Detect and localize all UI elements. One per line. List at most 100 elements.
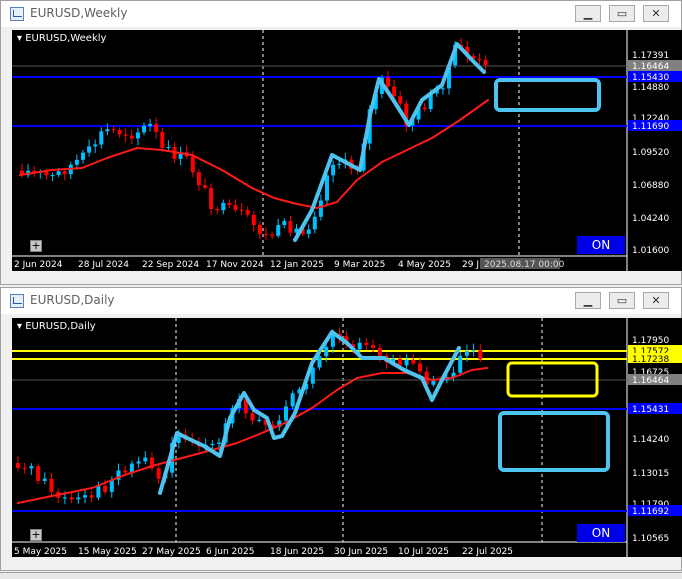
cursor-date-label: 2025.08.17 00:00 — [484, 260, 565, 270]
candle-body — [239, 209, 244, 211]
date-tick-label: 30 Jun 2025 — [334, 547, 388, 557]
price-tick-label: 1.13015 — [632, 469, 669, 479]
candle-body — [123, 134, 128, 136]
date-tick-label: 15 May 2025 — [78, 547, 137, 557]
candle-body — [111, 129, 116, 131]
price-tick-label: 1.15431 — [632, 405, 669, 415]
candle-body — [93, 144, 98, 147]
candle-body — [371, 345, 376, 348]
candle-body — [276, 225, 281, 236]
candle-body — [331, 164, 336, 176]
zigzag-line — [293, 42, 486, 242]
date-tick-label: 10 Jul 2025 — [398, 547, 449, 557]
date-tick-label: 22 Jul 2025 — [462, 547, 513, 557]
candle-body — [471, 350, 476, 352]
expand-plus-icon[interactable]: + — [30, 529, 42, 541]
candle-body — [29, 466, 34, 469]
candle-body — [135, 132, 140, 139]
candle-body — [76, 497, 81, 500]
target-zone-box — [494, 78, 601, 112]
candle-body — [42, 478, 47, 481]
candle-body — [318, 200, 323, 217]
candle-body — [233, 204, 238, 210]
candle-body — [83, 495, 87, 498]
price-tick-label: 1.15430 — [632, 73, 669, 83]
candle-body — [99, 131, 104, 145]
candle-body — [440, 88, 445, 90]
candle-body — [209, 187, 214, 210]
price-tick-label: 1.04240 — [632, 214, 669, 224]
price-tick-label: 1.10565 — [632, 534, 669, 544]
candle-body — [458, 355, 463, 373]
daily-chart-window[interactable]: EURUSD,Daily ▁ ▭ ✕ 1.17950 1.17572 1.17238… — [0, 287, 682, 571]
daily-title-bar[interactable]: EURUSD,Daily ▁ ▭ ✕ — [1, 288, 681, 314]
candle-body — [411, 359, 416, 364]
on-badge[interactable]: ON — [577, 236, 625, 254]
candle-body — [143, 457, 148, 462]
candle-body — [69, 497, 74, 500]
candle-body — [50, 175, 55, 177]
price-tick-label: 1.01600 — [632, 246, 669, 256]
candle-body — [227, 202, 232, 205]
candle-body — [44, 171, 49, 176]
restore-button[interactable]: ▭ — [609, 5, 635, 22]
candle-body — [81, 152, 85, 160]
candle-body — [74, 159, 79, 165]
candle-body — [337, 163, 342, 165]
candle-body — [166, 147, 171, 149]
candle-body — [56, 171, 61, 176]
candle-body — [478, 350, 483, 360]
weekly-title-bar[interactable]: EURUSD,Weekly ▁ ▭ ✕ — [1, 1, 681, 27]
candle-body — [196, 172, 201, 186]
candle-body — [418, 363, 422, 372]
price-tick-label: 1.09520 — [632, 148, 669, 158]
candle-body — [123, 470, 128, 473]
candle-body — [477, 58, 482, 61]
price-tick-label: 1.16464 — [632, 62, 669, 72]
zigzag-line — [158, 330, 461, 495]
candle-body — [324, 346, 329, 357]
price-tick-label: 1.06880 — [632, 181, 669, 191]
candle-body — [16, 463, 20, 468]
candle-body — [464, 351, 469, 356]
minimize-button[interactable]: ▁ — [575, 292, 601, 309]
price-tick-label: 1.16464 — [632, 376, 669, 386]
candle-body — [215, 209, 220, 211]
candle-body — [257, 224, 262, 234]
candle-body — [89, 495, 94, 498]
weekly-symbol-text: EURUSD,Weekly — [25, 33, 107, 44]
candle-body — [36, 466, 41, 481]
close-button[interactable]: ✕ — [643, 5, 669, 22]
candle-body — [221, 202, 226, 211]
close-button[interactable]: ✕ — [643, 292, 669, 309]
expand-plus-icon[interactable]: + — [30, 240, 42, 252]
candle-body — [210, 443, 215, 445]
price-tick-label: 1.14880 — [632, 83, 669, 93]
price-tick-label: 1.14240 — [632, 435, 669, 445]
target-zone-box — [498, 411, 610, 472]
weekly-chart-svg: 1.173911.164641.154301.148801.122401.116… — [12, 30, 682, 271]
date-tick-label: 2 Jun 2024 — [14, 260, 63, 270]
candle-body — [392, 86, 397, 97]
candle-body — [148, 123, 153, 126]
daily-symbol-label: ▾ EURUSD,Daily — [17, 321, 96, 332]
date-tick-label: 22 Sep 2024 — [142, 260, 199, 270]
daily-chart-area[interactable]: 1.17950 1.17572 1.17238 1.16725 1.16464 1.154… — [12, 318, 682, 557]
candle-body — [62, 171, 67, 175]
date-tick-label: 27 May 2025 — [142, 547, 201, 557]
candle-body — [306, 229, 311, 234]
date-tick-label: 4 May 2025 — [398, 260, 451, 270]
candle-body — [270, 234, 275, 236]
weekly-chart-window[interactable]: EURUSD,Weekly ▁ ▭ ✕ 1.17391 1.16464 1.1543… — [0, 0, 682, 285]
date-tick-label: 6 Jun 2025 — [206, 547, 254, 557]
candle-body — [282, 220, 287, 226]
candle-body — [250, 413, 255, 421]
restore-button[interactable]: ▭ — [609, 292, 635, 309]
price-tick-label: 1.17950 — [632, 336, 669, 346]
candle-body — [264, 233, 268, 235]
minimize-button[interactable]: ▁ — [575, 5, 601, 22]
chart-window-icon — [10, 294, 24, 308]
weekly-chart-area[interactable]: 1.17391 1.16464 1.15430 1.14880 1.12240 1.116… — [12, 30, 682, 271]
on-badge[interactable]: ON — [577, 524, 625, 542]
candle-body — [217, 442, 221, 444]
